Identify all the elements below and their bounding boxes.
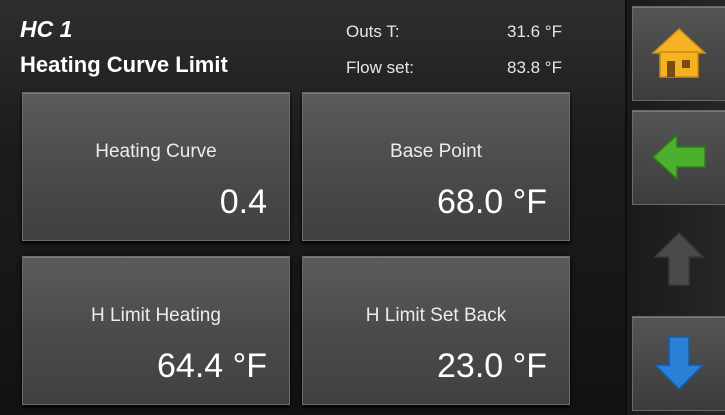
arrow-left-icon (651, 133, 706, 181)
heating-curve-label: Heating Curve (95, 141, 217, 162)
base-point-tile[interactable]: Base Point 68.0 °F (302, 92, 570, 241)
outside-temp-value: 31.6 °F (507, 22, 562, 41)
header: HC 1 Heating Curve Limit Outs T: 31.6 °F… (0, 0, 625, 90)
navigation-panel (625, 0, 725, 415)
scroll-up-button[interactable] (632, 212, 725, 307)
h-limit-set-back-label: H Limit Set Back (365, 305, 507, 326)
home-button[interactable] (632, 6, 725, 101)
arrow-up-icon (653, 231, 705, 286)
h-limit-heating-tile[interactable]: H Limit Heating 64.4 °F (22, 256, 290, 405)
flow-set-label: Flow set: (346, 58, 415, 77)
flow-set-value: 83.8 °F (507, 58, 562, 77)
heating-curve-tile[interactable]: Heating Curve 0.4 (22, 92, 290, 241)
scroll-down-button[interactable] (632, 316, 725, 411)
home-icon (651, 27, 707, 78)
h-limit-set-back-value: 23.0 °F (437, 347, 547, 385)
page-title: Heating Curve Limit (20, 52, 228, 77)
back-button[interactable] (632, 110, 725, 205)
h-limit-heating-label: H Limit Heating (91, 305, 221, 326)
outside-temp-label: Outs T: (346, 22, 400, 41)
base-point-label: Base Point (390, 141, 482, 162)
arrow-down-icon (653, 336, 705, 391)
heating-curve-value: 0.4 (219, 183, 267, 221)
h-limit-set-back-tile[interactable]: H Limit Set Back 23.0 °F (302, 256, 570, 405)
circuit-label: HC 1 (20, 16, 73, 42)
base-point-value: 68.0 °F (437, 183, 547, 221)
controller-screen: HC 1 Heating Curve Limit Outs T: 31.6 °F… (0, 0, 725, 415)
h-limit-heating-value: 64.4 °F (157, 347, 267, 385)
